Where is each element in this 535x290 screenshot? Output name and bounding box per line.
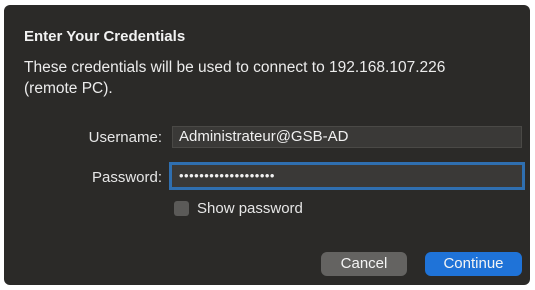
dialog-message: These credentials will be used to connec… [24, 57, 514, 99]
continue-button[interactable]: Continue [425, 252, 522, 276]
dialog-message-line2: (remote PC). [24, 80, 113, 97]
credentials-dialog: Enter Your Credentials These credentials… [4, 5, 530, 285]
username-label: Username: [88, 129, 162, 146]
username-field[interactable]: Administrateur@GSB-AD [172, 126, 522, 148]
dialog-message-line1: These credentials will be used to connec… [24, 59, 446, 76]
dialog-title: Enter Your Credentials [24, 28, 186, 45]
cancel-button[interactable]: Cancel [321, 252, 407, 276]
show-password-label[interactable]: Show password [197, 200, 303, 217]
show-password-option[interactable]: Show password [174, 200, 303, 217]
password-field[interactable]: ••••••••••••••••••• [169, 162, 525, 190]
password-label: Password: [91, 169, 162, 186]
show-password-checkbox[interactable] [174, 201, 189, 216]
